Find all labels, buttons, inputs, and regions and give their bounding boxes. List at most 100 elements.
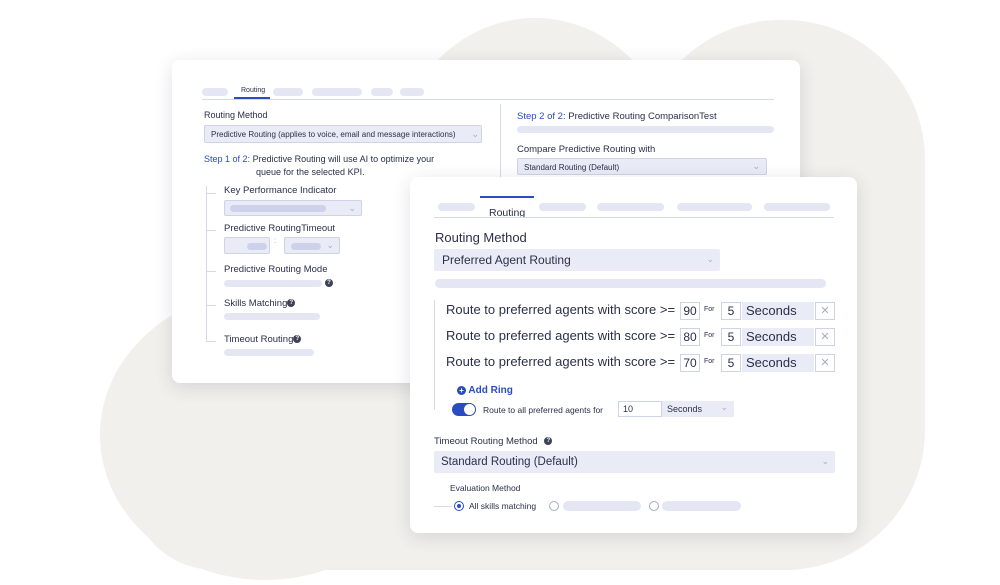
- unit-select[interactable]: Seconds: [742, 302, 814, 320]
- radio-icon[interactable]: [549, 501, 559, 511]
- close-icon[interactable]: ✕: [815, 302, 835, 320]
- timeout-label: Predictive RoutingTimeout: [224, 223, 336, 234]
- step1-text: Predictive Routing will use AI to optimi…: [252, 154, 435, 164]
- ring-label: Route to preferred agents with score >=: [446, 302, 676, 317]
- duration-input[interactable]: 5: [721, 354, 741, 372]
- step1-description: Step 1 of 2: Predictive Routing will use…: [204, 154, 434, 164]
- score-input[interactable]: 80: [680, 328, 700, 346]
- help-icon[interactable]: ?: [544, 437, 553, 446]
- skills-matching-text: Skills Matching: [224, 298, 288, 309]
- skills-matching-label: Skills Matching?: [224, 298, 296, 309]
- add-ring-button[interactable]: + Add Ring: [457, 385, 513, 396]
- step1-text-line2: queue for the selected KPI.: [256, 167, 365, 177]
- chevron-down-icon: ⌄: [720, 402, 728, 412]
- mode-placeholder: [224, 280, 322, 287]
- description-placeholder: [435, 279, 826, 288]
- stage: Routing Routing Method Predictive Routin…: [0, 0, 1000, 585]
- timeout-method-label: Timeout Routing Method ?: [434, 436, 553, 447]
- tab-divider: [202, 99, 774, 100]
- timeout-routing-text: Timeout Routing: [224, 334, 294, 345]
- chevron-down-icon: ⌄: [326, 240, 334, 250]
- routing-method-label: Routing Method: [204, 110, 268, 120]
- tree-branch: [206, 271, 216, 272]
- tab-placeholder[interactable]: [273, 88, 303, 96]
- tab-placeholder[interactable]: [371, 88, 393, 96]
- kpi-select[interactable]: ⌄: [224, 200, 362, 216]
- step2-prefix: Step 2 of 2:: [517, 111, 566, 122]
- compare-label: Compare Predictive Routing with: [517, 144, 656, 155]
- close-icon[interactable]: ✕: [815, 354, 835, 372]
- tree-branch: [206, 230, 216, 231]
- timeout-method-select[interactable]: Standard Routing (Default) ⌄: [434, 451, 835, 473]
- route-all-unit-select[interactable]: Seconds ⌄: [662, 401, 734, 417]
- duration-input[interactable]: 5: [721, 302, 741, 320]
- kpi-value-placeholder: [230, 205, 326, 212]
- add-ring-label: Add Ring: [468, 385, 513, 396]
- tab-placeholder[interactable]: [400, 88, 424, 96]
- routing-method-select[interactable]: Predictive Routing (applies to voice, em…: [204, 125, 482, 143]
- close-icon[interactable]: ✕: [815, 328, 835, 346]
- routing-method-value: Predictive Routing (applies to voice, em…: [211, 130, 456, 139]
- tab-placeholder[interactable]: [312, 88, 362, 96]
- help-icon[interactable]: ?: [293, 335, 302, 344]
- tab-placeholder[interactable]: [438, 203, 475, 211]
- score-input[interactable]: 70: [680, 354, 700, 372]
- tree-branch: [434, 506, 452, 507]
- timeout-unit-select[interactable]: ⌄: [284, 237, 340, 254]
- route-all-input[interactable]: 10: [618, 401, 662, 417]
- chevron-down-icon: ⌄: [706, 254, 714, 264]
- tree-branch: [206, 305, 216, 306]
- chevron-down-icon: ⌄: [752, 161, 760, 171]
- compare-select[interactable]: Standard Routing (Default) ⌄: [517, 158, 767, 175]
- toggle-icon[interactable]: [452, 403, 476, 416]
- unit-select[interactable]: Seconds: [742, 328, 814, 346]
- radio-icon[interactable]: [649, 501, 659, 511]
- for-label: For: [704, 358, 715, 365]
- tree-line: [434, 300, 435, 410]
- tab-divider: [434, 217, 834, 218]
- timeout-routing-label: Timeout Routing?: [224, 334, 302, 345]
- tab-placeholder[interactable]: [202, 88, 228, 96]
- timeout-number-input[interactable]: [224, 237, 270, 254]
- unit-select[interactable]: Seconds: [742, 354, 814, 372]
- routing-method-select[interactable]: Preferred Agent Routing ⌄: [434, 249, 720, 271]
- route-all-label: Route to all preferred agents for: [483, 405, 604, 415]
- radio-dot: [457, 504, 461, 508]
- tree-branch: [206, 341, 216, 342]
- stepper-icon[interactable]: :: [274, 236, 276, 245]
- plus-circle-icon: +: [457, 385, 466, 395]
- chevron-down-icon: ⌄: [471, 129, 479, 139]
- step2-description: Step 2 of 2: Predictive Routing Comparis…: [517, 111, 717, 122]
- step1-prefix: Step 1 of 2:: [204, 154, 251, 164]
- duration-input[interactable]: 5: [721, 328, 741, 346]
- tab-placeholder[interactable]: [677, 203, 752, 211]
- route-all-value: 10: [623, 404, 634, 414]
- radio-icon[interactable]: [454, 501, 464, 511]
- routing-method-label: Routing Method: [435, 230, 527, 245]
- tab-placeholder[interactable]: [539, 203, 586, 211]
- tab-routing[interactable]: Routing: [241, 87, 265, 94]
- timeout-method-value: Standard Routing (Default): [441, 456, 578, 468]
- timeout-method-text: Timeout Routing Method: [434, 436, 538, 447]
- compare-value: Standard Routing (Default): [524, 163, 620, 172]
- for-label: For: [704, 306, 715, 313]
- kpi-label: Key Performance Indicator: [224, 185, 337, 196]
- tab-placeholder[interactable]: [764, 203, 830, 211]
- help-icon[interactable]: ?: [325, 279, 333, 287]
- evaluation-method-label: Evaluation Method: [450, 483, 521, 493]
- help-icon[interactable]: ?: [287, 299, 296, 308]
- tree-branch: [206, 193, 216, 194]
- route-all-unit: Seconds: [667, 404, 703, 414]
- tab-placeholder[interactable]: [597, 203, 664, 211]
- ring-label: Route to preferred agents with score >=: [446, 328, 676, 343]
- chevron-down-icon: ⌄: [348, 203, 356, 213]
- step2-text: Predictive Routing ComparisonTest: [568, 111, 717, 122]
- timeout-routing-placeholder: [224, 349, 314, 356]
- evaluation-option-label: All skills matching: [469, 501, 537, 511]
- routing-method-value: Preferred Agent Routing: [442, 253, 571, 267]
- step2-placeholder: [517, 126, 774, 133]
- evaluation-option-placeholder: [662, 501, 741, 511]
- chevron-down-icon: ⌄: [821, 456, 829, 466]
- timeout-unit-placeholder: [291, 243, 321, 250]
- score-input[interactable]: 90: [680, 302, 700, 320]
